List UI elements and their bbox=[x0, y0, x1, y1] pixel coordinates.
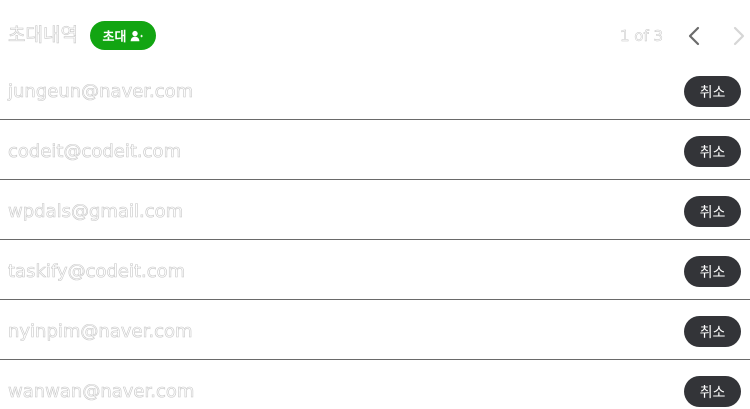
cancel-invite-button[interactable]: 취소 bbox=[684, 196, 741, 227]
cancel-invite-button[interactable]: 취소 bbox=[684, 256, 741, 287]
invite-email: codeit@codeit.com bbox=[8, 141, 182, 163]
invitation-list: jungeun@naver.com 취소 codeit@codeit.com 취… bbox=[0, 60, 750, 409]
cancel-invite-button[interactable]: 취소 bbox=[684, 136, 741, 167]
invite-row: wpdals@gmail.com 취소 bbox=[0, 180, 750, 240]
invite-email: taskify@codeit.com bbox=[8, 261, 186, 283]
invite-row: wanwan@naver.com 취소 bbox=[0, 360, 750, 409]
invite-row: nyinpim@naver.com 취소 bbox=[0, 300, 750, 360]
invite-email: nyinpim@naver.com bbox=[8, 321, 193, 343]
page-title: 초대내역 bbox=[8, 24, 79, 47]
invite-email: wanwan@naver.com bbox=[8, 381, 195, 403]
cancel-invite-button[interactable]: 취소 bbox=[684, 76, 741, 107]
cancel-invite-button[interactable]: 취소 bbox=[684, 376, 741, 407]
invite-email: wpdals@gmail.com bbox=[8, 201, 184, 223]
invitation-panel: 초대내역 초대 1 of 3 jungeun@naver.com 취소 code… bbox=[0, 0, 750, 409]
invitation-header: 초대내역 초대 1 of 3 bbox=[0, 0, 750, 64]
add-user-icon bbox=[130, 30, 144, 42]
invite-button-label: 초대 bbox=[102, 30, 127, 45]
invite-row: taskify@codeit.com 취소 bbox=[0, 240, 750, 300]
chevron-left-icon[interactable] bbox=[683, 24, 705, 48]
chevron-right-icon[interactable] bbox=[728, 24, 750, 48]
invite-row: jungeun@naver.com 취소 bbox=[0, 60, 750, 120]
invite-email: jungeun@naver.com bbox=[8, 81, 194, 103]
invite-row: codeit@codeit.com 취소 bbox=[0, 120, 750, 180]
cancel-invite-button[interactable]: 취소 bbox=[684, 316, 741, 347]
invite-button[interactable]: 초대 bbox=[90, 21, 156, 50]
pagination-text: 1 of 3 bbox=[620, 27, 664, 46]
